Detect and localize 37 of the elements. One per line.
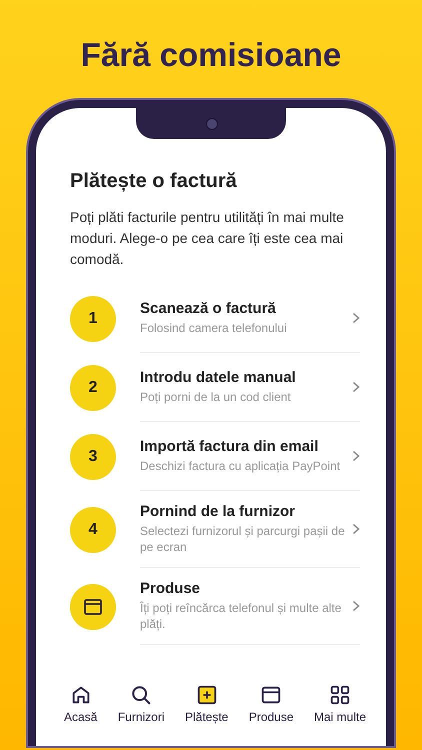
nav-tab[interactable]: Plătește (184, 684, 228, 724)
chevron-icon (352, 381, 360, 393)
grid-icon (328, 684, 351, 706)
nav-tab[interactable]: Furnizori (118, 684, 165, 724)
option-subtitle: Îți poți reîncărca telefonul și multe alte plăți. (140, 600, 342, 632)
intro-text: Poți plăti facturile pentru utilități în mai multe moduri. Alege-o pe cea care îți este cea mai comodă. (70, 208, 345, 269)
chevron-icon (352, 450, 360, 462)
option-row[interactable]: Produse Îți poți reîncărca telefonul și multe alte plăți. (140, 568, 360, 645)
screen-title: Plătește o factură (70, 170, 238, 193)
headline: Fără comisioane (80, 35, 342, 75)
chevron-icon (352, 312, 360, 324)
option-row[interactable]: Introdu datele manual Poți porni de la un cod client (140, 353, 360, 422)
option-subtitle: Selectezi furnizorul și parcurgi pașii de pe ecran (140, 523, 346, 555)
chevron-icon (352, 600, 360, 612)
nav-tab[interactable]: Mai multe (314, 684, 366, 724)
option-subtitle: Poți porni de la un cod client (140, 389, 292, 405)
nav-tab[interactable]: Produse (248, 684, 294, 724)
step-number: 2 (70, 364, 116, 410)
option-row[interactable]: Pornind de la furnizor Selectezi furnizorul și parcurgi pașii de pe ecran (140, 491, 360, 568)
option-subtitle: Deschizi factura cu aplicația PayPoint (140, 458, 342, 474)
option-row[interactable]: Scanează o factură Folosind camera telefonului (140, 284, 360, 353)
wallet-icon (70, 584, 116, 630)
chevron-icon (352, 523, 360, 535)
step-number: 4 (70, 506, 116, 552)
step-number: 1 (70, 296, 116, 342)
step-number: 3 (70, 434, 116, 480)
option-title: Produse (140, 580, 202, 597)
option-row[interactable]: Importă factura din email Deschizi factura cu aplicația PayPoint (140, 422, 360, 491)
search-icon (130, 684, 152, 706)
plus-icon (196, 684, 218, 706)
option-title: Importă factura din email (140, 438, 320, 455)
option-title: Scanează o factură (140, 300, 277, 317)
option-title: Pornind de la furnizor (140, 503, 296, 520)
option-title: Introdu datele manual (140, 369, 297, 386)
option-subtitle: Folosind camera telefonului (140, 320, 288, 336)
card-icon (260, 684, 282, 706)
nav-tab[interactable]: Acasă (64, 684, 98, 724)
